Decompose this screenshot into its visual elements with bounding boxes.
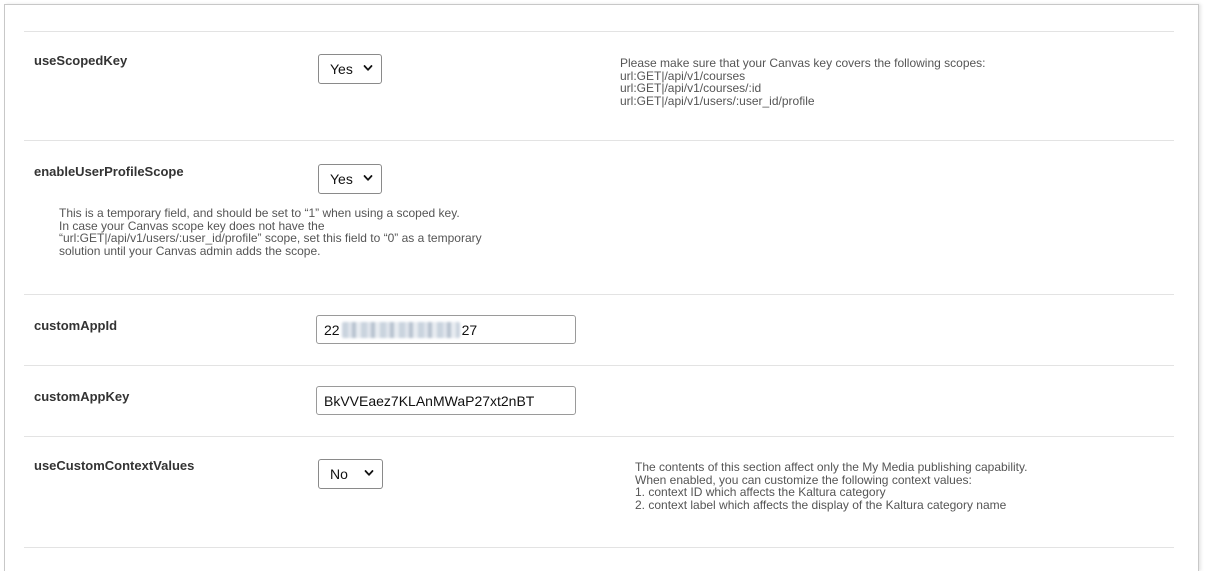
divider <box>24 31 1174 32</box>
divider <box>24 436 1174 437</box>
note-line: url:GET|/api/v1/courses/:id <box>620 81 762 95</box>
note-line: The contents of this section affect only… <box>635 460 1028 474</box>
note-line: 2. context label which affects the displ… <box>635 497 1007 512</box>
custom-app-key-input[interactable]: BkVVEaez7KLAnMWaP27xt2nBT <box>316 386 576 415</box>
help-line: This is a temporary field, and should be… <box>59 206 460 220</box>
field-label-custom-app-key: customAppKey <box>34 389 130 404</box>
chevron-down-icon <box>363 65 373 71</box>
use-scoped-key-select[interactable]: Yes <box>318 54 382 84</box>
input-value-suffix: 27 <box>461 321 478 338</box>
enable-user-profile-scope-help: This is a temporary field, and should be… <box>59 207 482 257</box>
use-custom-context-values-note: The contents of this section affect only… <box>635 461 1027 511</box>
note-line: url:GET|/api/v1/users/:user_id/profile <box>620 93 815 108</box>
divider <box>24 140 1174 141</box>
divider <box>24 294 1174 295</box>
use-scoped-key-note: Please make sure that your Canvas key co… <box>620 57 986 107</box>
divider <box>24 365 1174 366</box>
chevron-down-icon <box>364 470 374 476</box>
help-line: “url:GET|/api/v1/users/:user_id/profile”… <box>59 231 482 245</box>
select-value: Yes <box>330 171 353 187</box>
input-value-prefix: 22 <box>324 321 340 338</box>
custom-app-id-input[interactable]: 22 27 <box>316 315 576 344</box>
select-value: Yes <box>330 61 353 77</box>
chevron-down-icon <box>363 175 373 181</box>
enable-user-profile-scope-select[interactable]: Yes <box>318 164 382 194</box>
field-label-enable-user-profile-scope: enableUserProfileScope <box>34 164 184 179</box>
input-value: BkVVEaez7KLAnMWaP27xt2nBT <box>324 392 535 409</box>
use-custom-context-values-select[interactable]: No <box>318 459 383 489</box>
select-value: No <box>330 466 348 482</box>
note-line: 1. context ID which affects the Kaltura … <box>635 485 886 499</box>
field-label-use-scoped-key: useScopedKey <box>34 53 128 68</box>
field-label-custom-app-id: customAppId <box>34 318 118 333</box>
help-line: solution until your Canvas admin adds th… <box>59 243 321 258</box>
field-label-use-custom-context-values: useCustomContextValues <box>34 458 195 473</box>
note-line: Please make sure that your Canvas key co… <box>620 56 986 70</box>
divider <box>24 547 1174 548</box>
redacted-value <box>341 321 460 338</box>
